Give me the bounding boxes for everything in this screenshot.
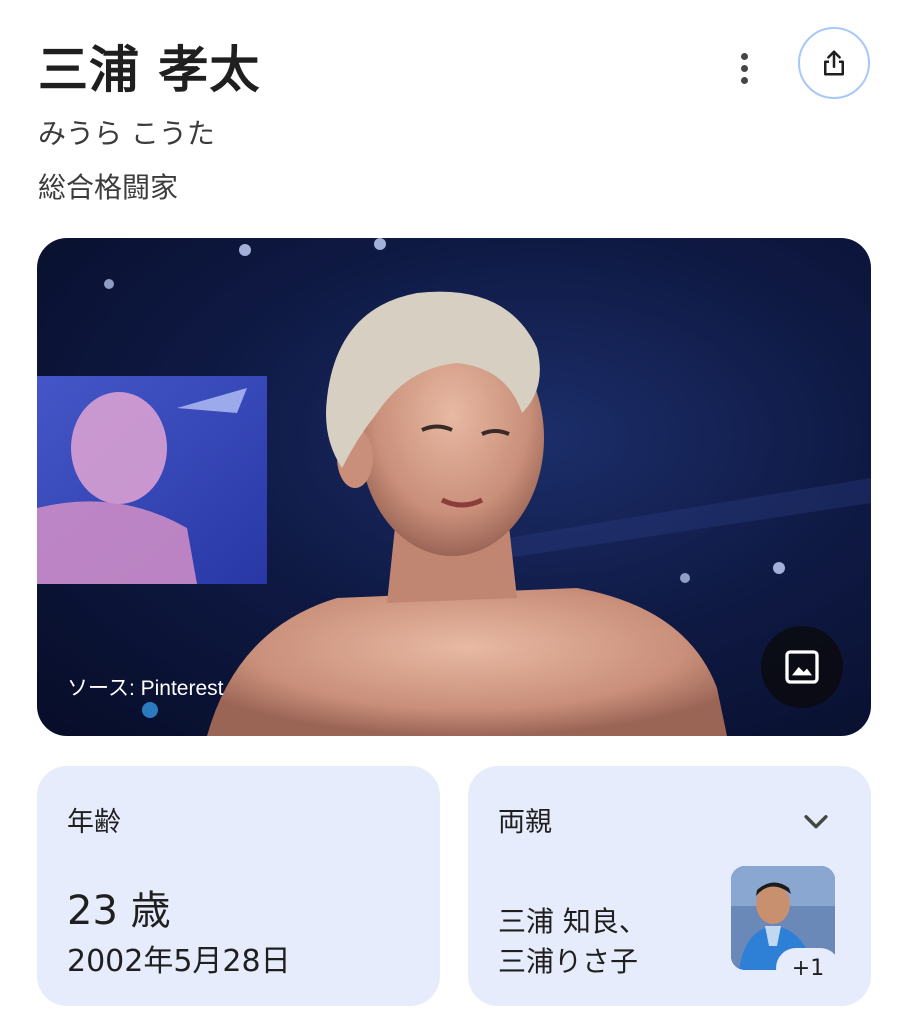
share-button[interactable] — [798, 27, 870, 99]
parents-names-line1: 三浦 知良、 — [498, 905, 647, 938]
knowledge-panel: 三浦 孝太 みうら こうた 総合格闘家 ソース: Pinterest 年齢 23… — [0, 0, 908, 1024]
age-card[interactable]: 年齢 23 歳 2002年5月28日 — [37, 766, 440, 1006]
chevron-down-icon[interactable] — [799, 804, 833, 838]
share-icon — [824, 50, 844, 76]
hero-image[interactable]: ソース: Pinterest — [37, 238, 871, 736]
occupation-subtitle: 総合格闘家 — [38, 171, 179, 204]
parents-card[interactable]: 両親 三浦 知良、 三浦りさ子 +1 — [468, 766, 871, 1006]
parents-label: 両親 — [498, 807, 552, 838]
birth-date: 2002年5月28日 — [67, 944, 291, 979]
more-vert-icon-dot — [740, 64, 748, 72]
age-value: 23 歳 — [67, 888, 171, 934]
image-icon — [785, 650, 819, 684]
more-vert-icon — [740, 52, 748, 60]
page-title: 三浦 孝太 — [38, 41, 261, 99]
age-label: 年齢 — [67, 807, 121, 838]
parents-names-line2: 三浦りさ子 — [498, 945, 639, 978]
more-options-button[interactable] — [722, 46, 766, 90]
parents-names[interactable]: 三浦 知良、 三浦りさ子 — [498, 902, 647, 982]
name-reading: みうら こうた — [38, 117, 215, 150]
more-vert-icon-dot — [740, 76, 748, 84]
fighter-photo — [37, 238, 871, 736]
view-images-button[interactable] — [761, 626, 843, 708]
image-source-label[interactable]: ソース: Pinterest — [67, 672, 224, 702]
more-parents-badge[interactable]: +1 — [776, 948, 840, 988]
